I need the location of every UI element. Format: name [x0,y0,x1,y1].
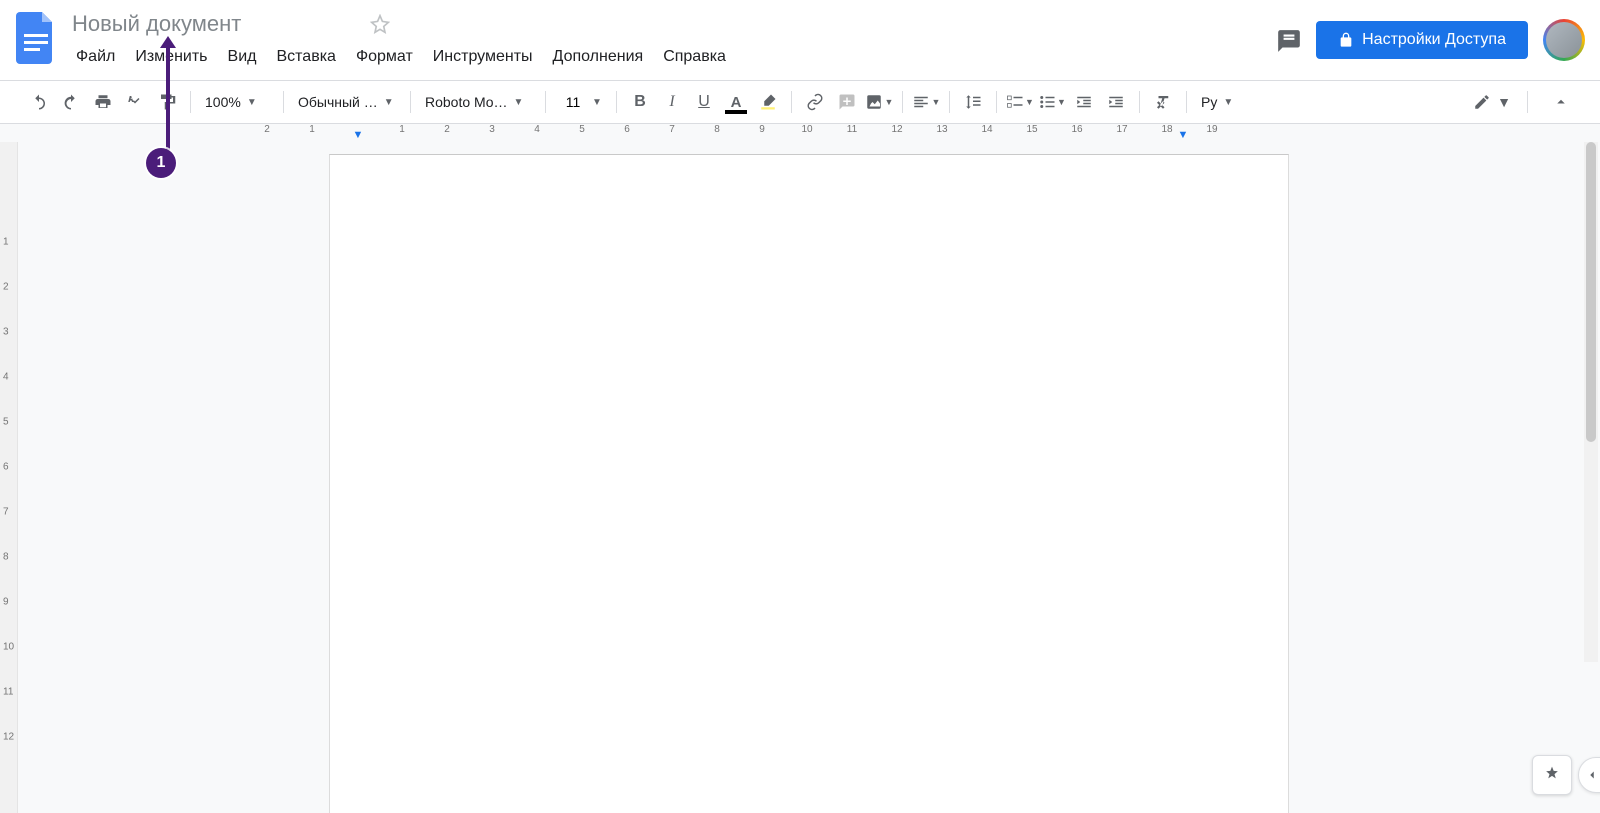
undo-button[interactable] [24,87,54,117]
insert-comment-button[interactable] [832,87,862,117]
share-button[interactable]: Настройки Доступа [1316,21,1528,59]
lock-icon [1338,32,1354,48]
bold-button[interactable]: B [625,87,655,117]
star-icon[interactable] [370,14,390,34]
italic-button[interactable]: I [657,87,687,117]
decrease-indent-button[interactable] [1069,87,1099,117]
zoom-dropdown[interactable]: 100%▼ [199,87,275,117]
bulleted-list-button[interactable]: ▼ [1037,87,1067,117]
document-title-input[interactable] [68,9,364,39]
paint-format-button[interactable] [152,87,182,117]
menu-view[interactable]: Вид [220,44,265,70]
vertical-ruler[interactable]: 1 2 3 4 5 6 7 8 9 10 11 12 [0,142,18,813]
print-button[interactable] [88,87,118,117]
share-button-label: Настройки Доступа [1362,31,1506,49]
highlight-color-button[interactable] [753,87,783,117]
increase-indent-button[interactable] [1101,87,1131,117]
paragraph-style-dropdown[interactable]: Обычный …▼ [292,87,402,117]
spellcheck-button[interactable] [120,87,150,117]
text-color-button[interactable]: A [721,87,751,117]
docs-logo-icon[interactable] [16,12,56,64]
align-button[interactable]: ▼ [911,87,941,117]
font-size-dropdown[interactable]: ▼ [554,87,608,117]
menu-insert[interactable]: Вставка [268,44,343,70]
pencil-icon [1473,93,1491,111]
insert-image-button[interactable]: ▼ [864,87,894,117]
menu-format[interactable]: Формат [348,44,421,70]
menu-help[interactable]: Справка [655,44,734,70]
font-family-dropdown[interactable]: Roboto Mo…▼ [419,87,537,117]
annotation-badge: 1 [146,148,176,178]
menu-addons[interactable]: Дополнения [545,44,652,70]
scrollbar-thumb[interactable] [1586,142,1596,442]
collapse-toolbar-button[interactable] [1546,87,1576,117]
document-page[interactable] [329,154,1289,813]
explore-button[interactable] [1532,755,1572,795]
account-avatar[interactable] [1544,20,1584,60]
line-spacing-button[interactable] [958,87,988,117]
menu-bar: Файл Изменить Вид Вставка Формат Инструм… [68,40,1276,70]
insert-link-button[interactable] [800,87,830,117]
menu-edit[interactable]: Изменить [127,44,215,70]
toolbar: 100%▼ Обычный …▼ Roboto Mo…▼ ▼ B I U A ▼… [0,80,1600,124]
comments-icon[interactable] [1276,28,1300,52]
redo-button[interactable] [56,87,86,117]
clear-formatting-button[interactable] [1148,87,1178,117]
vertical-scrollbar[interactable] [1584,142,1598,662]
document-canvas[interactable] [18,124,1600,813]
menu-tools[interactable]: Инструменты [425,44,541,70]
font-size-input[interactable] [560,93,586,111]
checklist-button[interactable]: ▼ [1005,87,1035,117]
underline-button[interactable]: U [689,87,719,117]
editing-mode-button[interactable]: ▼ [1465,87,1519,117]
menu-file[interactable]: Файл [68,44,123,70]
input-tools-dropdown[interactable]: Ру▼ [1195,87,1245,117]
